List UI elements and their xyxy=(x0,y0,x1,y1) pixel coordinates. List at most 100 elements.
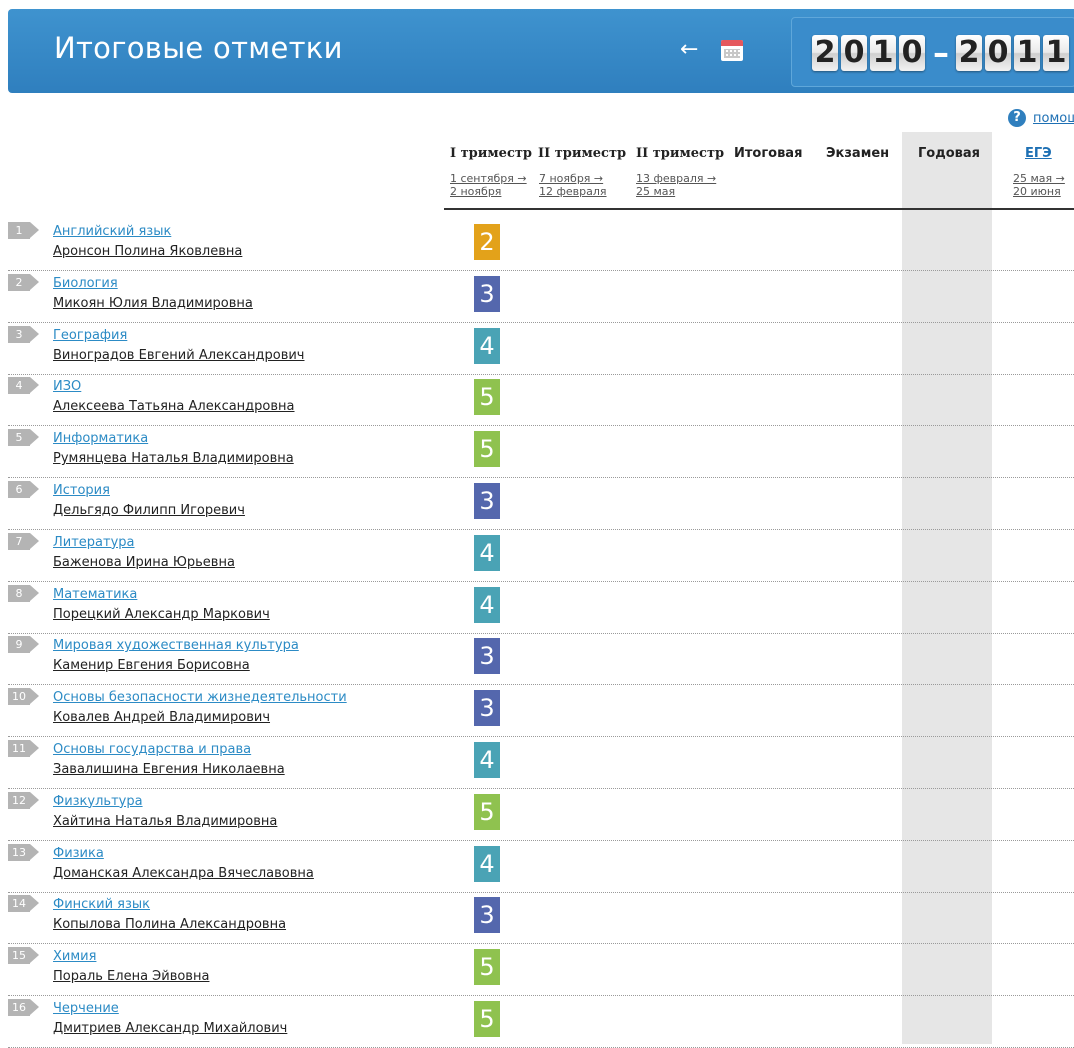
table-row: 10 Основы безопасности жизнедеятельности К… xyxy=(8,685,1074,738)
table-row: 14 Финский язык Копылова Полина Александро… xyxy=(8,892,1074,945)
column-dates-ege[interactable]: 25 мая → 20 июня xyxy=(1013,172,1065,198)
date-start[interactable]: 1 сентября → xyxy=(450,172,527,185)
table-row: 15 Химия Пораль Елена Эйвовна 5 xyxy=(8,944,1074,997)
grade-badge[interactable]: 3 xyxy=(474,483,500,519)
grade-badge[interactable]: 5 xyxy=(474,793,500,830)
row-number: 1 xyxy=(8,222,39,239)
subject-link[interactable]: Информатика xyxy=(53,431,148,446)
teacher-link[interactable]: Микоян Юлия Владимировна xyxy=(53,296,253,311)
year-end-digit: 1 xyxy=(1043,35,1069,71)
year-start-digit: 0 xyxy=(841,35,867,71)
grade-badge[interactable]: 4 xyxy=(474,742,500,778)
teacher-link[interactable]: Дмитриев Александр Михайлович xyxy=(53,1021,287,1036)
row-number: 11 xyxy=(8,740,39,757)
row-number: 4 xyxy=(8,377,39,395)
grade-badge[interactable]: 5 xyxy=(474,379,500,416)
grade-badge[interactable]: 4 xyxy=(474,534,500,571)
table-row: 13 Физика Доманская Александра Вячеславовн… xyxy=(8,841,1074,893)
subject-link[interactable]: Основы государства и права xyxy=(53,742,251,757)
row-number: 13 xyxy=(8,843,39,861)
help[interactable]: ? помощ xyxy=(1008,109,1074,127)
row-number: 8 xyxy=(8,584,39,602)
subject-link[interactable]: Литература xyxy=(53,535,135,550)
date-end[interactable]: 25 мая xyxy=(636,185,716,198)
table-row: 3 География Виноградов Евгений Александров… xyxy=(8,323,1074,375)
table-row: 6 История Дельгядо Филипп Игоревич 3 xyxy=(8,478,1074,530)
subject-link[interactable]: Финский язык xyxy=(53,897,150,912)
grade-badge[interactable]: 3 xyxy=(474,897,500,934)
subject-link[interactable]: Черчение xyxy=(53,1001,119,1016)
grade-badge[interactable]: 4 xyxy=(474,586,500,623)
subject-link[interactable]: Биология xyxy=(53,276,118,291)
table-row: 1 Английский язык Аронсон Полина Яковлевна… xyxy=(8,219,1074,271)
column-dates-trimester-2[interactable]: 7 ноября → 12 февраля xyxy=(539,172,607,198)
teacher-link[interactable]: Копылова Полина Александровна xyxy=(53,917,286,932)
year-start-digit: 1 xyxy=(870,35,896,71)
teacher-link[interactable]: Аронсон Полина Яковлевна xyxy=(53,244,242,259)
year-start-digit: 2 xyxy=(812,35,838,71)
table-header-divider xyxy=(444,208,1074,210)
subject-link[interactable]: Физкультура xyxy=(53,794,143,809)
teacher-link[interactable]: Доманская Александра Вячеславовна xyxy=(53,866,314,881)
grade-badge[interactable]: 4 xyxy=(474,845,500,882)
date-start[interactable]: 25 мая → xyxy=(1013,172,1065,185)
date-start[interactable]: 7 ноября → xyxy=(539,172,607,185)
grade-badge[interactable]: 3 xyxy=(474,638,500,675)
teacher-link[interactable]: Виноградов Евгений Александрович xyxy=(53,348,305,363)
date-end[interactable]: 12 февраля xyxy=(539,185,607,198)
subject-link[interactable]: История xyxy=(53,483,110,498)
teacher-link[interactable]: Хайтина Наталья Владимировна xyxy=(53,814,277,829)
calendar-icon[interactable] xyxy=(721,40,743,61)
table-row: 12 Физкультура Хайтина Наталья Владимировн… xyxy=(8,789,1074,841)
row-number: 14 xyxy=(8,895,39,913)
teacher-link[interactable]: Завалишина Евгения Николаевна xyxy=(53,762,285,777)
table-row: 4 ИЗО Алексеева Татьяна Александровна 5 xyxy=(8,374,1074,427)
row-number: 9 xyxy=(8,636,39,654)
grade-badge[interactable]: 5 xyxy=(474,1001,500,1037)
teacher-link[interactable]: Алексеева Татьяна Александровна xyxy=(53,399,295,414)
year-end-digit: 2 xyxy=(956,35,982,71)
column-header-ege[interactable]: ЕГЭ xyxy=(1025,146,1052,161)
help-icon[interactable]: ? xyxy=(1008,109,1026,127)
subject-link[interactable]: Основы безопасности жизнедеятельности xyxy=(53,690,347,705)
subject-link[interactable]: Физика xyxy=(53,846,104,861)
teacher-link[interactable]: Румянцева Наталья Владимировна xyxy=(53,451,294,466)
subject-link[interactable]: Химия xyxy=(53,949,96,964)
school-year-display: 2 0 1 0 – 2 0 1 1 xyxy=(812,35,1072,71)
teacher-link[interactable]: Баженова Ирина Юрьевна xyxy=(53,555,235,570)
subject-link[interactable]: Мировая художественная культура xyxy=(53,638,299,653)
date-end[interactable]: 20 июня xyxy=(1013,185,1065,198)
table-row: 7 Литература Баженова Ирина Юрьевна 4 xyxy=(8,530,1074,582)
table-row: 5 Информатика Румянцева Наталья Владимиров… xyxy=(8,426,1074,479)
school-year-selector[interactable]: 2 0 1 0 – 2 0 1 1 xyxy=(791,17,1074,87)
subject-link[interactable]: Английский язык xyxy=(53,224,171,239)
grade-badge[interactable]: 5 xyxy=(474,949,500,986)
back-arrow-icon[interactable]: ← xyxy=(680,39,698,61)
grade-badge[interactable]: 3 xyxy=(474,690,500,727)
grade-badge[interactable]: 4 xyxy=(474,327,500,364)
grade-badge[interactable]: 2 xyxy=(474,224,500,260)
grade-badge[interactable]: 3 xyxy=(474,275,500,312)
subject-link[interactable]: ИЗО xyxy=(53,379,81,394)
help-link[interactable]: помощ xyxy=(1033,111,1074,126)
grade-badge[interactable]: 5 xyxy=(474,431,500,468)
year-dash: – xyxy=(933,34,949,72)
year-end-digit: 0 xyxy=(985,35,1011,71)
page-title: Итоговые отметки xyxy=(54,31,343,65)
teacher-link[interactable]: Ковалев Андрей Владимирович xyxy=(53,710,270,725)
column-dates-trimester-1[interactable]: 1 сентября → 2 ноября xyxy=(450,172,527,198)
date-end[interactable]: 2 ноября xyxy=(450,185,527,198)
teacher-link[interactable]: Порецкий Александр Маркович xyxy=(53,607,270,622)
year-end-digit: 1 xyxy=(1014,35,1040,71)
teacher-link[interactable]: Пораль Елена Эйвовна xyxy=(53,969,209,984)
date-start[interactable]: 13 февраля → xyxy=(636,172,716,185)
row-number: 5 xyxy=(8,429,39,447)
subject-link[interactable]: География xyxy=(53,328,127,343)
year-start-digit: 0 xyxy=(899,35,925,71)
row-number: 10 xyxy=(8,688,39,706)
teacher-link[interactable]: Каменир Евгения Борисовна xyxy=(53,658,250,673)
column-dates-trimester-3[interactable]: 13 февраля → 25 мая xyxy=(636,172,716,198)
teacher-link[interactable]: Дельгядо Филипп Игоревич xyxy=(53,503,245,518)
table-row: 8 Математика Порецкий Александр Маркович 4 xyxy=(8,582,1074,634)
subject-link[interactable]: Математика xyxy=(53,587,137,602)
